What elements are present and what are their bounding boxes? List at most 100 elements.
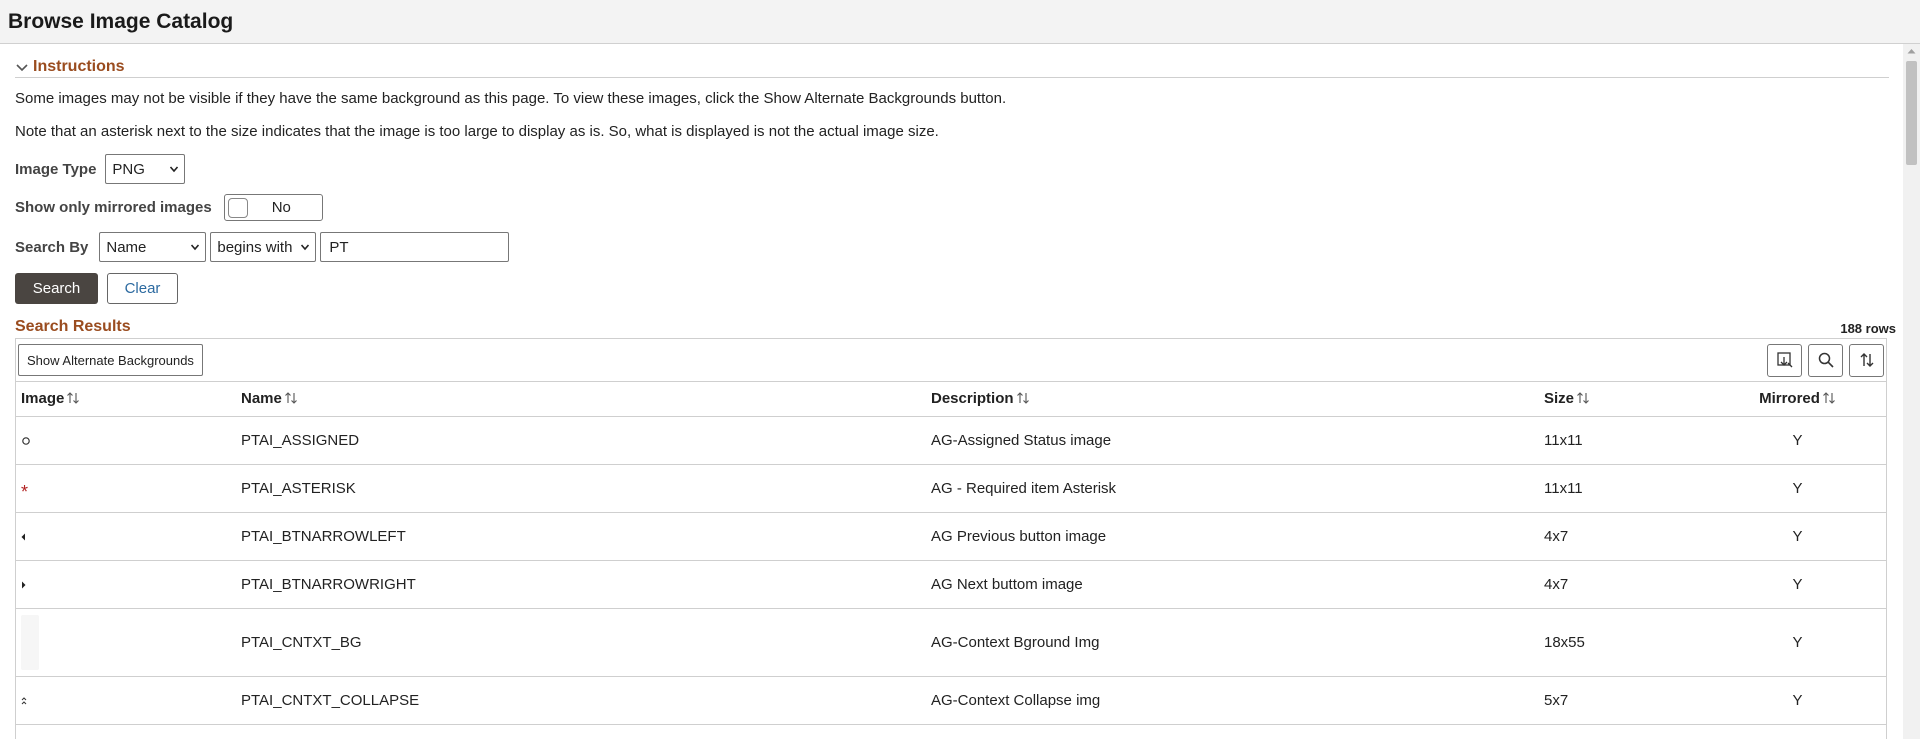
- sort-icon: [1016, 392, 1029, 405]
- image-cell: [16, 676, 236, 725]
- size-cell: 4x7: [1539, 512, 1709, 561]
- toggle-knob[interactable]: [227, 197, 248, 218]
- image-cell: [16, 560, 236, 609]
- name-cell: PTAI_CNTXT_COLLAPSE: [236, 676, 926, 725]
- show-alternate-backgrounds-button[interactable]: Show Alternate Backgrounds: [18, 344, 203, 376]
- download-icon: [1776, 352, 1792, 368]
- clear-button[interactable]: Clear: [107, 273, 178, 304]
- sort-icon: [1860, 353, 1873, 367]
- table-row[interactable]: PTAI_CNTXT_COLLAPSE AG-Context Collapse …: [16, 676, 1886, 725]
- mirrored-cell: Y: [1709, 608, 1886, 677]
- sort-icon: [1577, 392, 1589, 405]
- description-cell: AG-Assigned Status image: [926, 416, 1539, 465]
- page-header: Browse Image Catalog: [0, 0, 1920, 44]
- mirrored-cell: Y: [1709, 676, 1886, 725]
- circle-icon: [22, 437, 30, 445]
- description-cell: AG - Required item Asterisk: [926, 464, 1539, 513]
- mirrored-cell: Y: [1709, 512, 1886, 561]
- search-by-label: Search By: [15, 238, 89, 256]
- chevron-down-icon[interactable]: [15, 60, 29, 74]
- mirrored-cell: Y: [1709, 560, 1886, 609]
- results-header: Search Results 188 rows: [15, 318, 1896, 336]
- size-cell: 18x55: [1539, 608, 1709, 677]
- mirrored-label: Show only mirrored images: [15, 199, 212, 216]
- size-cell: 11x11: [1539, 416, 1709, 465]
- name-cell: PTAI_ASTERISK: [236, 464, 926, 513]
- search-button[interactable]: Search: [15, 273, 98, 304]
- name-cell: PTAI_BTNARROWLEFT: [236, 512, 926, 561]
- col-size[interactable]: Size: [1539, 382, 1709, 417]
- image-cell: *: [16, 464, 236, 513]
- search-field-value: Name: [106, 238, 147, 256]
- button-row: Search Clear: [15, 273, 1889, 304]
- col-description[interactable]: Description: [926, 382, 1539, 417]
- find-button[interactable]: [1808, 343, 1843, 377]
- sort-icon: [67, 392, 80, 405]
- chevron-down-icon: [301, 244, 310, 251]
- col-mirrored[interactable]: Mirrored: [1709, 382, 1886, 417]
- sort-button[interactable]: [1849, 343, 1884, 377]
- operator-select[interactable]: begins with: [210, 232, 317, 262]
- table-row[interactable]: PTAI_ASSIGNED AG-Assigned Status image 1…: [16, 416, 1886, 465]
- table-row[interactable]: PTAI_BTNARROWLEFT AG Previous button ima…: [16, 512, 1886, 561]
- arrow-left-icon: [21, 533, 25, 540]
- size-cell: 5x7: [1539, 676, 1709, 725]
- mirrored-toggle[interactable]: No: [223, 194, 323, 221]
- search-icon: [1818, 352, 1834, 368]
- page-title: Browse Image Catalog: [8, 10, 234, 33]
- results-table: Image Name Description Size Mirrored PTA…: [16, 382, 1886, 739]
- name-cell: PTAI_BTNARROWRIGHT: [236, 560, 926, 609]
- col-image[interactable]: Image: [16, 382, 236, 417]
- image-type-row: Image Type PNG: [15, 154, 1889, 184]
- vertical-scrollbar[interactable]: [1903, 44, 1920, 739]
- table-row[interactable]: PTAI_BTNARROWRIGHT AG Next buttom image …: [16, 560, 1886, 609]
- description-cell: AG Previous button image: [926, 512, 1539, 561]
- mirrored-cell: Y: [1709, 416, 1886, 465]
- scrollbar-thumb[interactable]: [1906, 61, 1917, 165]
- search-by-row: Search By Name begins with PT: [15, 232, 1889, 262]
- search-field-select[interactable]: Name: [99, 232, 207, 262]
- collapse-icon: [21, 696, 27, 704]
- description-cell: AG-Context Bground Img: [926, 608, 1539, 677]
- results-title: Search Results: [15, 318, 131, 335]
- sort-icon: [1823, 392, 1835, 405]
- asterisk-icon: *: [21, 481, 29, 502]
- search-input[interactable]: PT: [320, 232, 510, 262]
- chevron-down-icon: [170, 166, 179, 173]
- table-row[interactable]: [16, 724, 1886, 739]
- image-type-value: PNG: [112, 160, 145, 178]
- description-cell: AG-Context Collapse img: [926, 676, 1539, 725]
- mirrored-cell: Y: [1709, 464, 1886, 513]
- grid-tools: [1767, 343, 1884, 377]
- image-cell: [16, 512, 236, 561]
- image-type-select[interactable]: PNG: [105, 154, 186, 184]
- description-cell: AG Next buttom image: [926, 560, 1539, 609]
- size-cell: 11x11: [1539, 464, 1709, 513]
- scroll-up-icon[interactable]: [1907, 48, 1916, 54]
- instructions-line-1: Some images may not be visible if they h…: [15, 90, 1007, 107]
- name-cell: PTAI_ASSIGNED: [236, 416, 926, 465]
- results-grid: Show Alternate Backgrounds Image Name De…: [15, 338, 1887, 739]
- instructions-title[interactable]: Instructions: [33, 58, 125, 76]
- mirrored-value: No: [271, 199, 291, 216]
- table-row[interactable]: PTAI_CNTXT_BG AG-Context Bground Img 18x…: [16, 608, 1886, 677]
- instructions-header[interactable]: Instructions: [15, 44, 1889, 78]
- image-cell: [16, 416, 236, 465]
- table-header-row: Image Name Description Size Mirrored: [16, 382, 1886, 417]
- image-cell: [16, 608, 236, 677]
- name-cell: PTAI_CNTXT_BG: [236, 608, 926, 677]
- context-bg-icon: [21, 614, 39, 670]
- download-button[interactable]: [1767, 343, 1802, 377]
- instructions-line-2: Note that an asterisk next to the size i…: [15, 123, 939, 140]
- image-type-label: Image Type: [15, 160, 97, 178]
- grid-toolbar: Show Alternate Backgrounds: [16, 339, 1886, 382]
- chevron-down-icon: [191, 244, 200, 251]
- main-content: Instructions Some images may not be visi…: [15, 44, 1896, 739]
- table-row[interactable]: * PTAI_ASTERISK AG - Required item Aster…: [16, 464, 1886, 513]
- sort-icon: [284, 392, 297, 405]
- mirrored-row: Show only mirrored images No: [15, 194, 1889, 221]
- operator-value: begins with: [217, 238, 293, 256]
- size-cell: 4x7: [1539, 560, 1709, 609]
- arrow-right-icon: [22, 581, 26, 588]
- col-name[interactable]: Name: [236, 382, 926, 417]
